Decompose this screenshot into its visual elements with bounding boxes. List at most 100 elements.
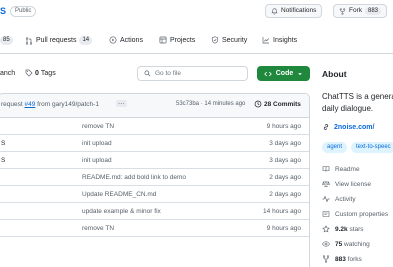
branch-link[interactable]: anch: [0, 70, 15, 77]
file-name[interactable]: S: [1, 157, 5, 164]
table-row[interactable]: S init upload 3 days ago: [0, 152, 309, 169]
bell-icon: [271, 7, 278, 14]
go-to-file-input[interactable]: Go to file: [137, 66, 248, 81]
topic-tag[interactable]: agent: [322, 142, 348, 153]
table-row[interactable]: remove TN 9 hours ago: [0, 220, 309, 237]
tab-actions[interactable]: Actions: [109, 36, 143, 44]
star-icon: [322, 225, 330, 233]
about-title: About: [322, 69, 347, 79]
side-item-label: View license: [335, 180, 372, 188]
code-icon: [263, 71, 272, 76]
pulse-icon: [322, 195, 330, 203]
side-item-label: Readme: [335, 165, 360, 173]
visibility-badge: Public: [10, 6, 37, 17]
expand-commit-button[interactable]: ···: [116, 100, 127, 107]
file-time: 2 days ago: [269, 174, 301, 181]
tab-security[interactable]: Security: [211, 36, 247, 44]
search-icon: [144, 70, 151, 77]
file-table: request #49 from gary149/patch-1 ··· 53c…: [0, 93, 310, 267]
file-time: 9 hours ago: [266, 123, 301, 130]
tags-count: 0: [35, 69, 39, 77]
fork-label: Fork: [349, 7, 362, 14]
repo-header: S Public Notifications Fork 883: [0, 0, 393, 25]
commit-suffix: from gary149/patch-1: [37, 101, 99, 108]
tag-icon: [25, 69, 33, 77]
table-row[interactable]: S init upload 3 days ago: [0, 135, 309, 152]
tab-label: Security: [222, 36, 248, 44]
about-sidebar: About ChatTTS is a genera daily dialogue…: [322, 66, 393, 267]
side-item-label: watching: [344, 240, 370, 248]
side-item-label: forks: [347, 255, 362, 263]
description-line: daily dialogue.: [322, 104, 374, 113]
custom-properties-link[interactable]: Custom properties: [322, 210, 388, 218]
file-commit-message[interactable]: init upload: [82, 140, 112, 147]
stars-link[interactable]: 9.2k stars: [322, 225, 364, 233]
file-commit-message[interactable]: Update README_CN.md: [82, 191, 156, 198]
branch-toolbar: anch 0 Tags Go to file Code: [0, 66, 312, 82]
watching-link[interactable]: 75 watching: [322, 240, 370, 248]
side-item-label: Custom properties: [335, 210, 389, 218]
code-button[interactable]: Code: [257, 66, 310, 81]
tab-insights[interactable]: Insights: [262, 36, 297, 44]
pull-request-icon: [25, 36, 33, 45]
law-icon: [322, 181, 330, 188]
file-time: 9 hours ago: [266, 225, 301, 232]
table-row[interactable]: Update README_CN.md 2 days ago: [0, 186, 309, 203]
table-row[interactable]: README.md: add bold link to demo 2 days …: [0, 169, 309, 186]
notifications-label: Notifications: [281, 7, 317, 14]
table-row[interactable]: remove TN 9 hours ago: [0, 118, 309, 135]
file-time: 3 days ago: [269, 157, 301, 164]
pr-link[interactable]: #49: [25, 101, 36, 108]
file-commit-message[interactable]: remove TN: [82, 225, 114, 232]
table-icon: [159, 36, 167, 44]
play-icon: [109, 36, 117, 44]
side-item-label: Activity: [335, 195, 356, 203]
file-commit-message[interactable]: init upload: [82, 157, 112, 164]
website-link[interactable]: 2noise.com/: [322, 123, 374, 131]
about-description: ChatTTS is a genera daily dialogue.: [322, 91, 393, 115]
side-item-label: stars: [349, 225, 364, 233]
tab-pull-requests[interactable]: Pull requests 14: [25, 36, 93, 45]
readme-link[interactable]: Readme: [322, 165, 360, 173]
file-commit-message[interactable]: update example & minor fix: [82, 208, 161, 215]
license-link[interactable]: View license: [322, 180, 371, 188]
repo-name[interactable]: S: [0, 6, 6, 16]
eye-icon: [322, 241, 330, 247]
tags-link[interactable]: 0 Tags: [25, 69, 56, 77]
code-label: Code: [275, 70, 294, 77]
activity-link[interactable]: Activity: [322, 195, 356, 203]
file-commit-message[interactable]: remove TN: [82, 123, 114, 130]
watching-count: 75: [335, 240, 343, 248]
tab-label: Actions: [120, 36, 143, 44]
file-time: 2 days ago: [269, 191, 301, 198]
file-name[interactable]: S: [1, 140, 5, 147]
book-icon: [322, 166, 330, 172]
latest-commit-bar: request #49 from gary149/patch-1 ··· 53c…: [0, 94, 309, 118]
tab-label: Pull requests: [36, 37, 77, 44]
fork-count: 883: [365, 7, 382, 15]
commit-prefix: request: [1, 101, 23, 108]
forks-link[interactable]: 883 forks: [322, 255, 362, 263]
tab-code[interactable]: 85: [0, 36, 13, 45]
search-placeholder: Go to file: [155, 70, 182, 77]
file-commit-message[interactable]: README.md: add bold link to demo: [82, 174, 186, 181]
fork-button[interactable]: Fork 883: [333, 4, 388, 18]
commit-message: request #49 from gary149/patch-1: [1, 101, 99, 108]
table-row[interactable]: update example & minor fix 14 hours ago: [0, 203, 309, 220]
tags-label: Tags: [40, 69, 56, 77]
tab-projects[interactable]: Projects: [159, 36, 195, 44]
commits-link[interactable]: 28 Commits: [254, 100, 301, 108]
commits-label: 28 Commits: [264, 100, 301, 108]
graph-icon: [262, 37, 269, 44]
chevron-down-icon: [298, 72, 303, 75]
shield-icon: [211, 36, 219, 44]
repo-tabs: 85 Pull requests 14 Actions Projects Sec…: [0, 28, 393, 54]
topic-tag[interactable]: text-to-speec: [351, 142, 393, 153]
stars-count: 9.2k: [335, 225, 348, 233]
notifications-button[interactable]: Notifications: [265, 4, 323, 18]
tab-count: 85: [0, 36, 13, 45]
tab-label: Projects: [170, 36, 196, 44]
file-time: 14 hours ago: [263, 208, 301, 215]
commit-hash-time[interactable]: 53c73ba · 14 minutes ago: [176, 101, 245, 107]
description-line: ChatTTS is a genera: [322, 92, 393, 101]
